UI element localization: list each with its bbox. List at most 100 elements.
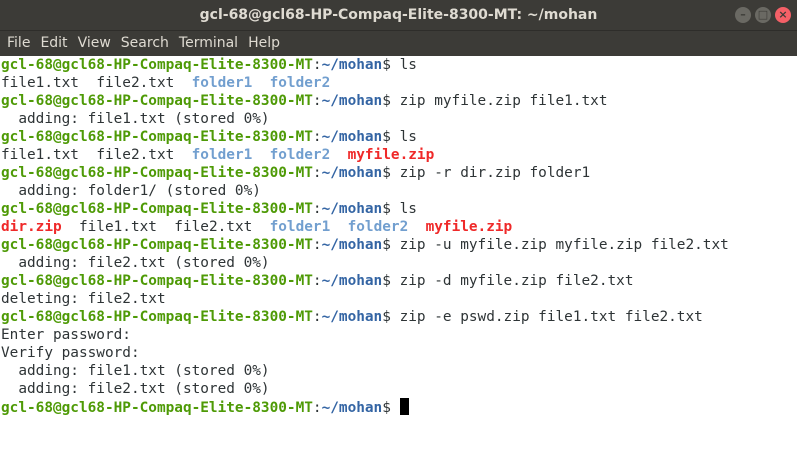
prompt-dollar: $ <box>382 165 400 181</box>
cursor-block <box>399 398 409 415</box>
prompt-line: gcl-68@gcl68-HP-Compaq-Elite-8300-MT:~/m… <box>1 200 797 218</box>
command-text: zip -r dir.zip folder1 <box>399 165 591 181</box>
prompt-path: ~/mohan <box>321 201 383 217</box>
menu-search[interactable]: Search <box>116 31 174 56</box>
ls-entry-file: file1.txt <box>1 75 79 91</box>
maximize-icon[interactable]: □ <box>755 7 771 23</box>
prompt-dollar: $ <box>382 400 400 416</box>
prompt-user: gcl-68@gcl68-HP-Compaq-Elite-8300-MT <box>1 237 313 253</box>
output-line: adding: file2.txt (stored 0%) <box>1 380 797 398</box>
prompt-user: gcl-68@gcl68-HP-Compaq-Elite-8300-MT <box>1 165 313 181</box>
minimize-icon[interactable]: – <box>735 7 751 23</box>
output-line: adding: file2.txt (stored 0%) <box>1 254 797 272</box>
ls-entry-zip: myfile.zip <box>347 147 435 163</box>
prompt-path: ~/mohan <box>321 237 383 253</box>
output-text: adding: file1.txt (stored 0%) <box>1 111 270 127</box>
output-text: adding: file1.txt (stored 0%) <box>1 363 270 379</box>
ls-entry-dir: folder1 <box>269 219 331 235</box>
command-text: zip -u myfile.zip myfile.zip file2.txt <box>399 237 729 253</box>
prompt-path: ~/mohan <box>321 165 383 181</box>
prompt-dollar: $ <box>382 309 400 325</box>
prompt-user: gcl-68@gcl68-HP-Compaq-Elite-8300-MT <box>1 273 313 289</box>
output-line: deleting: file2.txt <box>1 290 797 308</box>
prompt-colon: : <box>312 309 322 325</box>
prompt-path: ~/mohan <box>321 273 383 289</box>
prompt-dollar: $ <box>382 57 400 73</box>
output-text: Enter password: <box>1 327 131 343</box>
ls-entry-file: file2.txt <box>96 75 175 91</box>
prompt-colon: : <box>312 165 322 181</box>
output-text: deleting: file2.txt <box>1 291 166 307</box>
prompt-line: gcl-68@gcl68-HP-Compaq-Elite-8300-MT:~/m… <box>1 56 797 74</box>
ls-output-line: dir.zip file1.txt file2.txt folder1 fold… <box>1 218 797 236</box>
menu-terminal[interactable]: Terminal <box>174 31 243 56</box>
prompt-colon: : <box>312 273 322 289</box>
prompt-line: gcl-68@gcl68-HP-Compaq-Elite-8300-MT:~/m… <box>1 398 797 416</box>
output-text: Verify password: <box>1 345 140 361</box>
prompt-colon: : <box>312 93 322 109</box>
prompt-dollar: $ <box>382 201 400 217</box>
prompt-line: gcl-68@gcl68-HP-Compaq-Elite-8300-MT:~/m… <box>1 272 797 290</box>
ls-output-line: file1.txt file2.txt folder1 folder2 <box>1 74 797 92</box>
menu-edit[interactable]: Edit <box>35 31 72 56</box>
output-line: Enter password: <box>1 326 797 344</box>
output-line: adding: file1.txt (stored 0%) <box>1 110 797 128</box>
prompt-user: gcl-68@gcl68-HP-Compaq-Elite-8300-MT <box>1 57 313 73</box>
prompt-colon: : <box>312 400 322 416</box>
prompt-user: gcl-68@gcl68-HP-Compaq-Elite-8300-MT <box>1 93 313 109</box>
prompt-colon: : <box>312 57 322 73</box>
ls-entry-file: file2.txt <box>174 219 253 235</box>
window-title: gcl-68@gcl68-HP-Compaq-Elite-8300-MT: ~/… <box>199 7 598 23</box>
ls-entry-zip: dir.zip <box>1 219 62 235</box>
output-line: adding: file1.txt (stored 0%) <box>1 362 797 380</box>
menu-view[interactable]: View <box>73 31 116 56</box>
prompt-path: ~/mohan <box>321 93 383 109</box>
prompt-user: gcl-68@gcl68-HP-Compaq-Elite-8300-MT <box>1 400 313 416</box>
output-line: adding: folder1/ (stored 0%) <box>1 182 797 200</box>
command-text: ls <box>399 57 417 73</box>
prompt-user: gcl-68@gcl68-HP-Compaq-Elite-8300-MT <box>1 129 313 145</box>
ls-entry-dir: folder2 <box>269 147 331 163</box>
ls-entry-file: file1.txt <box>78 219 157 235</box>
prompt-line: gcl-68@gcl68-HP-Compaq-Elite-8300-MT:~/m… <box>1 128 797 146</box>
prompt-path: ~/mohan <box>321 400 383 416</box>
prompt-user: gcl-68@gcl68-HP-Compaq-Elite-8300-MT <box>1 309 313 325</box>
ls-entry-file: file1.txt <box>1 147 79 163</box>
prompt-colon: : <box>312 201 322 217</box>
ls-entry-dir: folder2 <box>347 219 409 235</box>
menu-help[interactable]: Help <box>243 31 285 56</box>
prompt-line: gcl-68@gcl68-HP-Compaq-Elite-8300-MT:~/m… <box>1 92 797 110</box>
command-text: ls <box>399 129 417 145</box>
prompt-line: gcl-68@gcl68-HP-Compaq-Elite-8300-MT:~/m… <box>1 236 797 254</box>
window-titlebar[interactable]: gcl-68@gcl68-HP-Compaq-Elite-8300-MT: ~/… <box>0 0 797 30</box>
prompt-path: ~/mohan <box>321 57 383 73</box>
ls-output-line: file1.txt file2.txt folder1 folder2 myfi… <box>1 146 797 164</box>
prompt-path: ~/mohan <box>321 129 383 145</box>
window-controls: – □ × <box>735 7 791 23</box>
prompt-colon: : <box>312 237 322 253</box>
prompt-dollar: $ <box>382 129 400 145</box>
ls-entry-file: file2.txt <box>96 147 175 163</box>
menu-bar: File Edit View Search Terminal Help <box>0 30 797 56</box>
ls-entry-dir: folder1 <box>191 147 253 163</box>
output-text: adding: folder1/ (stored 0%) <box>1 183 261 199</box>
prompt-line: gcl-68@gcl68-HP-Compaq-Elite-8300-MT:~/m… <box>1 164 797 182</box>
ls-entry-zip: myfile.zip <box>425 219 513 235</box>
output-text: adding: file2.txt (stored 0%) <box>1 255 270 271</box>
prompt-path: ~/mohan <box>321 309 383 325</box>
prompt-dollar: $ <box>382 93 400 109</box>
ls-entry-dir: folder2 <box>269 75 331 91</box>
prompt-user: gcl-68@gcl68-HP-Compaq-Elite-8300-MT <box>1 201 313 217</box>
output-line: Verify password: <box>1 344 797 362</box>
prompt-dollar: $ <box>382 237 400 253</box>
output-text: adding: file2.txt (stored 0%) <box>1 381 270 397</box>
command-text: zip myfile.zip file1.txt <box>399 93 608 109</box>
close-icon[interactable]: × <box>775 7 791 23</box>
command-text: ls <box>399 201 417 217</box>
command-text: zip -d myfile.zip file2.txt <box>399 273 634 289</box>
prompt-line: gcl-68@gcl68-HP-Compaq-Elite-8300-MT:~/m… <box>1 308 797 326</box>
menu-file[interactable]: File <box>2 31 35 56</box>
terminal-output[interactable]: gcl-68@gcl68-HP-Compaq-Elite-8300-MT:~/m… <box>0 56 797 452</box>
ls-entry-dir: folder1 <box>191 75 253 91</box>
command-text: zip -e pswd.zip file1.txt file2.txt <box>399 309 703 325</box>
